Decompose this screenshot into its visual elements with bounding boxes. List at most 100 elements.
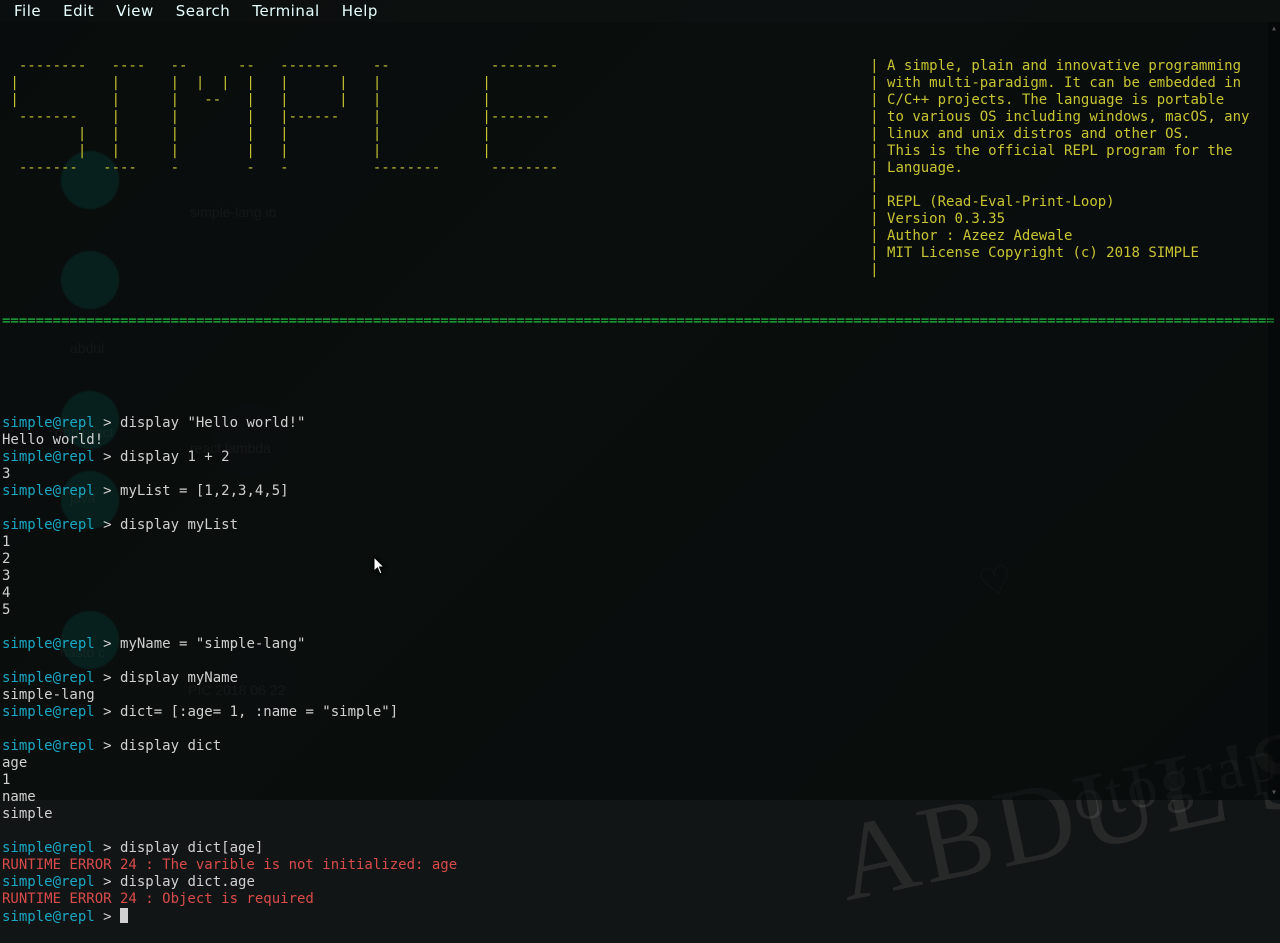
repl-output-line: Hello world! [2,432,1278,449]
repl-output-line: 3 [2,466,1278,483]
repl-command: dict= [:age= 1, :name = "simple"] [120,704,398,720]
scroll-down-icon[interactable]: ▾ [1268,786,1280,800]
prompt-separator: > [95,415,120,431]
terminal-scrollbar[interactable]: ▴ ▾ [1268,22,1280,800]
repl-input-line[interactable]: simple@repl > display dict[age] [2,840,1278,857]
header-pipe: | [870,126,887,143]
repl-output-line: 3 [2,568,1278,585]
repl-output-line: 4 [2,585,1278,602]
repl-output-line [2,653,1278,670]
repl-output-line [2,721,1278,738]
header-row: ------- ---- - - - -------- -------- | L… [2,160,1278,177]
terminal[interactable]: -------- ---- -- -- ------- -- -------- … [0,22,1280,800]
repl-error-line: RUNTIME ERROR 24 : The varible is not in… [2,857,1278,874]
repl-command: myName = "simple-lang" [120,636,305,652]
repl-input-line[interactable]: simple@repl > dict= [:age= 1, :name = "s… [2,704,1278,721]
repl-input-line[interactable]: simple@repl > display "Hello world!" [2,415,1278,432]
menu-edit[interactable]: Edit [53,2,104,21]
repl-output-line: age [2,755,1278,772]
repl-prompt: simple@repl [2,636,95,652]
prompt-separator: > [95,483,120,499]
repl-prompt: simple@repl [2,840,95,856]
header-row: | | | | | | | | linux and unix distros a… [2,126,1278,143]
ascii-art-line [2,211,870,228]
repl-input-line[interactable]: simple@repl > display dict.age [2,874,1278,891]
header-row: | | | | | | | | | | | with multi-paradig… [2,75,1278,92]
repl-output-line: simple [2,806,1278,823]
repl-prompt: simple@repl [2,704,95,720]
repl-prompt: simple@repl [2,909,95,925]
header-pipe: | [870,245,887,262]
header-info-line: A simple, plain and innovative programmi… [887,58,1241,75]
repl-command: display "Hello world!" [120,415,305,431]
repl-prompt: simple@repl [2,670,95,686]
header-info-line: linux and unix distros and other OS. [887,126,1190,143]
repl-command: display myList [120,517,238,533]
ascii-art-line: | | | | | | | | | | [2,75,870,92]
prompt-separator: > [95,704,120,720]
prompt-separator: > [95,874,120,890]
header-row: | Version 0.3.35 [2,211,1278,228]
menu-view[interactable]: View [106,2,164,21]
header-row: | MIT License Copyright (c) 2018 SIMPLE [2,245,1278,262]
repl-input-line[interactable]: simple@repl > display myList [2,517,1278,534]
repl-input-line[interactable]: simple@repl > myName = "simple-lang" [2,636,1278,653]
ascii-art-line: | | | -- | | | | | [2,92,870,109]
ascii-art-line: | | | | | | | [2,126,870,143]
ascii-art-line: ------- | | | |------ | |------- [2,109,870,126]
header-info-line: Author : Azeez Adewale [887,228,1072,245]
header-pipe: | [870,194,887,211]
header-row: | REPL (Read-Eval-Print-Loop) [2,194,1278,211]
header-info-line: to various OS including windows, macOS, … [887,109,1249,126]
header-info-line: with multi-paradigm. It can be embedded … [887,75,1241,92]
header-row: | [2,177,1278,194]
ascii-art-line [2,177,870,194]
ascii-art-line [2,228,870,245]
repl-prompt: simple@repl [2,738,95,754]
menu-help[interactable]: Help [332,2,388,21]
repl-output-line [2,500,1278,517]
prompt-separator: > [95,840,120,856]
repl-input-line[interactable]: simple@repl > display dict [2,738,1278,755]
header-pipe: | [870,58,887,75]
menu-file[interactable]: File [4,2,51,21]
header-pipe: | [870,75,887,92]
repl-output-line: 1 [2,772,1278,789]
header-pipe: | [870,228,887,245]
prompt-separator: > [95,738,120,754]
menu-search[interactable]: Search [166,2,241,21]
text-cursor [120,908,128,923]
ascii-art-line [2,194,870,211]
header-info-line: Version 0.3.35 [887,211,1005,228]
blank-line [2,364,1278,381]
repl-prompt: simple@repl [2,874,95,890]
repl-prompt: simple@repl [2,517,95,533]
repl-command: display myName [120,670,238,686]
header-info-line: REPL (Read-Eval-Print-Loop) [887,194,1115,211]
repl-output-line [2,619,1278,636]
repl-error-line: RUNTIME ERROR 24 : Object is required [2,891,1278,908]
header-row: | | | | | | | | This is the official REP… [2,143,1278,160]
repl-prompt: simple@repl [2,449,95,465]
repl-output-line: simple-lang [2,687,1278,704]
menu-terminal[interactable]: Terminal [242,2,329,21]
repl-prompt: simple@repl [2,415,95,431]
prompt-separator: > [95,517,120,533]
header-info-line: This is the official REPL program for th… [887,143,1233,160]
repl-command: display dict [120,738,221,754]
repl-input-line[interactable]: simple@repl > display 1 + 2 [2,449,1278,466]
ascii-art-line: -------- ---- -- -- ------- -- -------- [2,58,870,75]
repl-input-line[interactable]: simple@repl > display myName [2,670,1278,687]
ascii-art-line [2,245,870,262]
header-row: -------- ---- -- -- ------- -- -------- … [2,58,1278,75]
repl-command: myList = [1,2,3,4,5] [120,483,289,499]
header-info-line: Language. [887,160,963,177]
repl-input-line[interactable]: simple@repl > [2,908,1278,926]
divider-rule: ========================================… [2,313,1278,330]
repl-input-line[interactable]: simple@repl > myList = [1,2,3,4,5] [2,483,1278,500]
scroll-up-icon[interactable]: ▴ [1268,22,1280,36]
header-pipe: | [870,177,887,194]
prompt-separator: > [95,449,120,465]
repl-output-line: 1 [2,534,1278,551]
header-pipe: | [870,92,887,109]
